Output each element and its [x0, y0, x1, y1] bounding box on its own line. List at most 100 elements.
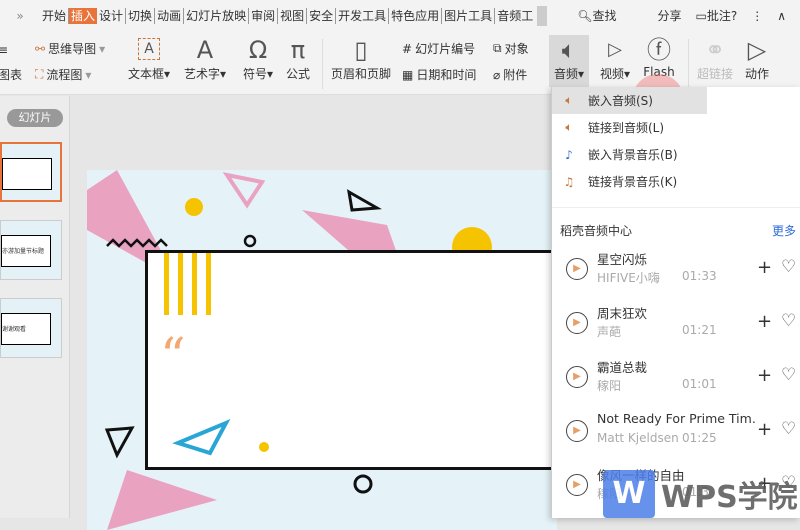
tab-design[interactable]: 设计 — [97, 7, 127, 24]
tab-view[interactable]: 视图 — [278, 7, 308, 24]
divider — [322, 39, 323, 89]
tab-insert[interactable]: 插入 — [69, 7, 98, 24]
tab-transition[interactable]: 切换 — [126, 7, 156, 24]
play-icon: ▷ — [747, 36, 767, 64]
play-icon[interactable]: ▶ — [566, 258, 588, 280]
comment-button[interactable]: ▭批注? — [695, 7, 737, 24]
flowchart-icon: ⛶ — [35, 67, 44, 81]
tab-security[interactable]: 安全 — [307, 7, 337, 24]
flowchart-button[interactable]: ⛶ 流程图 ▾ — [35, 66, 91, 83]
tab-features[interactable]: 特色应用 — [389, 7, 443, 24]
flash-icon: ⓕ — [647, 36, 671, 64]
symbol-button[interactable]: Ω 符号▾ — [236, 35, 280, 82]
action-button[interactable]: ▷ 动作 — [735, 35, 779, 82]
audio-button[interactable]: 🔈︎ 音频▾ — [549, 35, 589, 87]
slide-text-frame[interactable]: “ — [145, 250, 557, 470]
hyperlink-button[interactable]: ⚭ 超链接 — [693, 35, 737, 82]
paperclip-icon: ⌀ — [493, 67, 501, 82]
music-note-icon: ♪ — [565, 147, 573, 162]
menu-tab-bar: » 开始 插入 设计 切换 动画 幻灯片放映 审阅 视图 安全 开发工具 特色应… — [0, 0, 800, 31]
heart-icon[interactable]: ♡ — [781, 311, 796, 331]
audio-dropdown-menu: 🔈︎ 嵌入音频(S) 🔈︎ 链接到音频(L) ♪ 嵌入背景音乐(B) ♫ 链接背景音乐(… — [551, 87, 800, 518]
wordart-button[interactable]: A 艺术字▾ — [178, 35, 232, 82]
tab-animation[interactable]: 动画 — [155, 7, 185, 24]
chart-extra-icon: ≡ — [0, 43, 9, 57]
heart-icon[interactable]: ♡ — [781, 419, 796, 439]
datetime-button[interactable]: ▦ 日期和时间 — [402, 66, 476, 83]
play-icon[interactable]: ▶ — [566, 366, 588, 388]
speaker-icon: 🔈︎ — [561, 36, 577, 64]
attachment-button[interactable]: ⌀ 附件 — [493, 66, 527, 83]
tabs-overflow-button[interactable]: » — [0, 9, 40, 23]
chart-button[interactable]: 图表 — [0, 66, 22, 83]
dropdown-arrow-icon: ▾ — [85, 67, 92, 82]
add-icon[interactable]: + — [757, 311, 772, 332]
menu-item-link-background-music[interactable]: ♫ 链接背景音乐(K) — [552, 168, 800, 195]
slide-number-button[interactable]: # 幻灯片编号 — [402, 40, 475, 57]
pi-icon: π — [290, 36, 306, 64]
tab-start[interactable]: 开始 — [40, 7, 70, 24]
link-icon: ⚭ — [704, 36, 726, 64]
slide-canvas[interactable]: “ — [87, 170, 557, 530]
calendar-icon: ▦ — [402, 67, 414, 82]
menu-item-embed-audio[interactable]: 🔈︎ 嵌入音频(S) — [552, 87, 707, 114]
speaker-link-icon: 🔈︎ — [565, 120, 573, 134]
slide-thumbnail-3[interactable]: 谢谢观看 — [0, 298, 62, 358]
more-button[interactable]: ⋮ — [751, 9, 763, 23]
play-icon[interactable]: ▶ — [566, 420, 588, 442]
add-icon[interactable]: + — [757, 365, 772, 386]
tabs-scroll-right[interactable] — [537, 5, 548, 26]
page-icon: ▯ — [354, 36, 368, 64]
header-footer-button[interactable]: ▯ 页眉和页脚 — [330, 35, 392, 82]
slide-panel: 幻灯片 亦游加量节标题 谢谢观看 — [0, 96, 70, 518]
tab-slideshow[interactable]: 幻灯片放映 — [184, 7, 250, 24]
video-icon: ▷ — [608, 39, 622, 60]
slide-thumbnail-1[interactable] — [0, 142, 62, 202]
audio-center-heading: 稻壳音频中心 — [560, 224, 633, 238]
textbox-icon: A — [138, 38, 160, 60]
song-item[interactable]: ▶ Not Ready For Prime Tim. Matt Kjeldsen 01… — [552, 407, 800, 461]
divider — [688, 39, 689, 89]
slides-label[interactable]: 幻灯片 — [7, 109, 63, 127]
help-icon[interactable]: ? — [731, 9, 737, 23]
flash-button[interactable]: ⓕ Flash — [637, 35, 681, 79]
speaker-icon: 🔈︎ — [565, 93, 573, 107]
formula-button[interactable]: π 公式 — [276, 35, 320, 82]
search-button[interactable]: 🔍︎查找 — [577, 7, 616, 24]
play-icon[interactable]: ▶ — [566, 312, 588, 334]
collapse-ribbon-button[interactable]: ∧ — [777, 9, 786, 23]
tab-audio-tools[interactable]: 音频工 — [495, 8, 535, 24]
wps-logo-icon: W — [603, 470, 655, 518]
add-icon[interactable]: + — [757, 257, 772, 278]
number-icon: # — [402, 41, 413, 56]
wps-academy-watermark: W WPS学院 — [603, 470, 798, 518]
frame-decorations: “ — [160, 253, 269, 456]
comment-icon: ▭ — [695, 9, 707, 23]
menu-item-embed-background-music[interactable]: ♪ 嵌入背景音乐(B) — [552, 141, 800, 168]
share-button[interactable]: 分享 — [657, 7, 681, 24]
menu-item-link-audio[interactable]: 🔈︎ 链接到音频(L) — [552, 114, 800, 141]
more-link[interactable]: 更多 — [772, 222, 796, 239]
mindmap-icon: ⚯ — [35, 41, 46, 56]
add-icon[interactable]: + — [757, 419, 772, 440]
heart-icon[interactable]: ♡ — [781, 365, 796, 385]
song-item[interactable]: ▶ 周末狂欢 声葩 01:21 + ♡ — [552, 299, 800, 353]
object-button[interactable]: ⧉ 对象 — [493, 40, 529, 57]
play-icon[interactable]: ▶ — [566, 474, 588, 496]
song-item[interactable]: ▶ 星空闪烁 HIFIVE小嗨 01:33 + ♡ — [552, 245, 800, 299]
tab-picture-tools[interactable]: 图片工具 — [442, 7, 496, 24]
heart-icon[interactable]: ♡ — [781, 257, 796, 277]
dropdown-arrow-icon: ▾ — [99, 41, 106, 56]
music-link-icon: ♫ — [563, 174, 575, 189]
song-item[interactable]: ▶ 霸道总裁 稼阳 01:01 + ♡ — [552, 353, 800, 407]
slide-thumbnail-2[interactable]: 亦游加量节标题 — [0, 220, 62, 280]
mindmap-button[interactable]: ⚯ 思维导图 ▾ — [35, 40, 105, 57]
tab-developer[interactable]: 开发工具 — [336, 7, 390, 24]
video-button[interactable]: ▷ 视频▾ — [593, 35, 637, 82]
object-icon: ⧉ — [493, 41, 502, 55]
omega-icon: Ω — [248, 36, 268, 64]
tab-review[interactable]: 审阅 — [249, 7, 279, 24]
svg-text:“: “ — [160, 327, 186, 385]
search-icon: 🔍︎ — [577, 9, 593, 23]
textbox-button[interactable]: A 文本框▾ — [122, 35, 176, 82]
